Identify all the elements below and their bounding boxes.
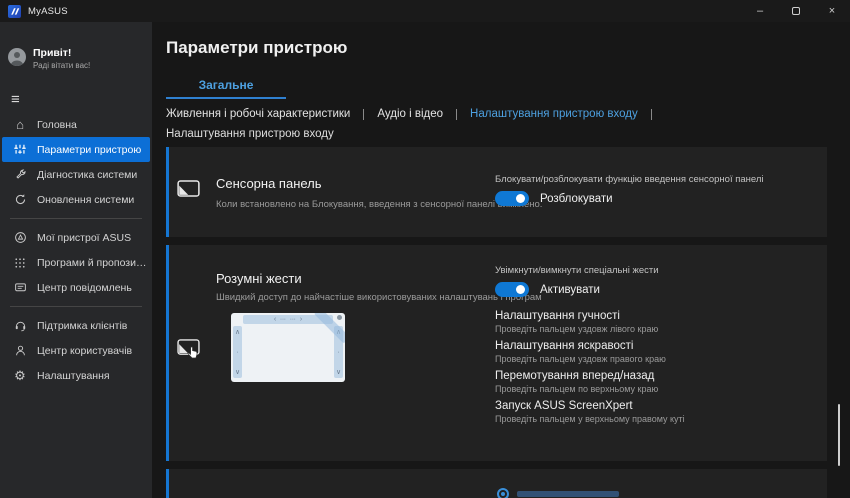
arrow-down-icon: ∨ — [335, 369, 342, 376]
avatar[interactable] — [8, 48, 26, 66]
wrench-icon — [12, 167, 28, 183]
hand-cursor-icon — [187, 346, 198, 364]
greeting-text: Привіт! — [33, 47, 72, 59]
arrow-left-icon: ‹ — [273, 316, 277, 323]
message-icon — [12, 280, 28, 296]
subtab-separator — [650, 108, 652, 120]
section-title: Налаштування пристрою входу — [166, 128, 334, 140]
myasus-logo-icon — [8, 4, 21, 18]
home-icon: ⌂ — [16, 117, 24, 132]
toggle-knob — [516, 194, 525, 203]
hamburger-menu-icon[interactable]: ≡ — [11, 92, 27, 107]
touchpad-card-description: Коли встановлено на Блокування, введення… — [216, 199, 543, 210]
radio-selected[interactable] — [497, 488, 509, 498]
titlebar: MyASUS – × — [0, 0, 850, 22]
sidebar-divider — [10, 218, 142, 219]
page-title: Параметри пристрою — [166, 38, 348, 57]
arrow-up-icon: ∧ — [234, 329, 241, 336]
subtab-audio-video[interactable]: Аудіо і відео — [377, 108, 443, 120]
gesture-item-brightness: Налаштування яскравості Проведіть пальце… — [495, 340, 666, 364]
app-title: MyASUS — [28, 5, 68, 17]
device-badge-icon — [12, 230, 28, 246]
gesture-item-seek: Перемотування вперед/назад Проведіть пал… — [495, 370, 659, 394]
grid-icon — [12, 255, 28, 271]
gestures-card-description: Швидкий доступ до найчастіше використову… — [216, 292, 542, 303]
next-setting-card — [166, 469, 827, 498]
touchpad-gesture-image: ‹ ∙∙∙ ∙∙∙ › ∧ ∙ ∨ ∧ ∙ ∨ — [231, 313, 345, 382]
touchpad-card: Сенсорна панель Коли встановлено на Блок… — [166, 147, 827, 237]
sidebar-item-system-update[interactable]: Оновлення системи — [0, 187, 152, 212]
scrollbar-thumb[interactable] — [838, 404, 840, 466]
smart-gestures-card: Розумні жести Швидкий доступ до найчасті… — [166, 245, 827, 461]
gestures-toggle-label: Увімкнути/вимкнути спеціальні жести — [495, 265, 659, 276]
gestures-toggle-state: Активувати — [540, 283, 600, 296]
touchpad-toggle-row: Розблокувати — [495, 191, 613, 206]
close-button[interactable]: × — [814, 0, 850, 22]
arrow-right-icon: › — [299, 316, 303, 323]
dots-icon: ∙∙∙ — [280, 316, 286, 323]
person-icon — [12, 343, 28, 359]
subtab-bar: Живлення і робочі характеристики Аудіо і… — [166, 108, 850, 120]
gear-icon: ⚙ — [14, 367, 26, 383]
sliders-icon — [12, 142, 28, 158]
subtab-input-device[interactable]: Налаштування пристрою входу — [470, 108, 638, 120]
sidebar-item-user-center[interactable]: Центр користувачів — [0, 338, 152, 363]
sidebar-item-my-asus-devices[interactable]: Мої пристрої ASUS — [0, 225, 152, 250]
sidebar-item-device-settings[interactable]: Параметри пристрою — [2, 137, 150, 162]
gestures-card-title: Розумні жести — [216, 271, 302, 286]
gesture-item-screenxpert: Запуск ASUS ScreenXpert Проведіть пальце… — [495, 400, 685, 424]
dot-icon: ∙ — [236, 348, 239, 356]
update-icon — [12, 192, 28, 208]
sidebar-item-system-diagnosis[interactable]: Діагностика системи — [0, 162, 152, 187]
gesture-list: Налаштування гучності Проведіть пальцем … — [495, 309, 685, 429]
touchpad-card-title: Сенсорна панель — [216, 176, 322, 191]
clipped-option-label — [517, 491, 619, 497]
gesture-item-volume: Налаштування гучності Проведіть пальцем … — [495, 310, 659, 334]
dots-icon: ∙∙∙ — [290, 316, 296, 323]
sidebar-item-home[interactable]: ⌂ Головна — [0, 112, 152, 137]
main-panel: Параметри пристрою Загальне Живлення і р… — [152, 22, 850, 498]
gestures-toggle-row: Активувати — [495, 282, 600, 297]
sidebar-item-settings[interactable]: ⚙ Налаштування — [0, 363, 152, 388]
minimize-button[interactable]: – — [742, 0, 778, 22]
headset-icon — [12, 318, 28, 334]
sidebar: Привіт! Раді вітати вас! ≡ ⌂ Головна Пар… — [0, 22, 152, 498]
touchpad-left-edge-zone: ∧ ∙ ∨ — [233, 326, 242, 378]
welcome-text: Раді вітати вас! — [33, 61, 91, 70]
touchpad-lock-toggle[interactable] — [495, 191, 529, 206]
touchpad-toggle-label: Блокувати/розблокувати функцію введення … — [495, 174, 764, 185]
touchpad-toggle-state: Розблокувати — [540, 192, 613, 205]
sidebar-item-message-center[interactable]: Центр повідомлень — [0, 275, 152, 300]
smart-gestures-toggle[interactable] — [495, 282, 529, 297]
sidebar-divider — [10, 306, 142, 307]
subtab-separator — [456, 108, 458, 120]
subtab-power[interactable]: Живлення і робочі характеристики — [166, 108, 350, 120]
subtab-separator — [363, 108, 365, 120]
touchpad-icon — [177, 180, 200, 202]
maximize-icon — [792, 7, 800, 15]
sidebar-item-customer-support[interactable]: Підтримка клієнтів — [0, 313, 152, 338]
radio-dot-icon — [501, 492, 505, 496]
dot-icon: ∙ — [337, 348, 340, 356]
arrow-down-icon: ∨ — [234, 369, 241, 376]
tab-general[interactable]: Загальне — [166, 78, 286, 99]
maximize-button[interactable] — [778, 0, 814, 22]
touchpad-corner-dot-icon — [337, 315, 342, 320]
sidebar-nav: ⌂ Головна Параметри пристрою Діагностика… — [0, 112, 152, 388]
toggle-knob — [516, 285, 525, 294]
sidebar-item-apps-offers[interactable]: Програми й пропозиції від... — [0, 250, 152, 275]
